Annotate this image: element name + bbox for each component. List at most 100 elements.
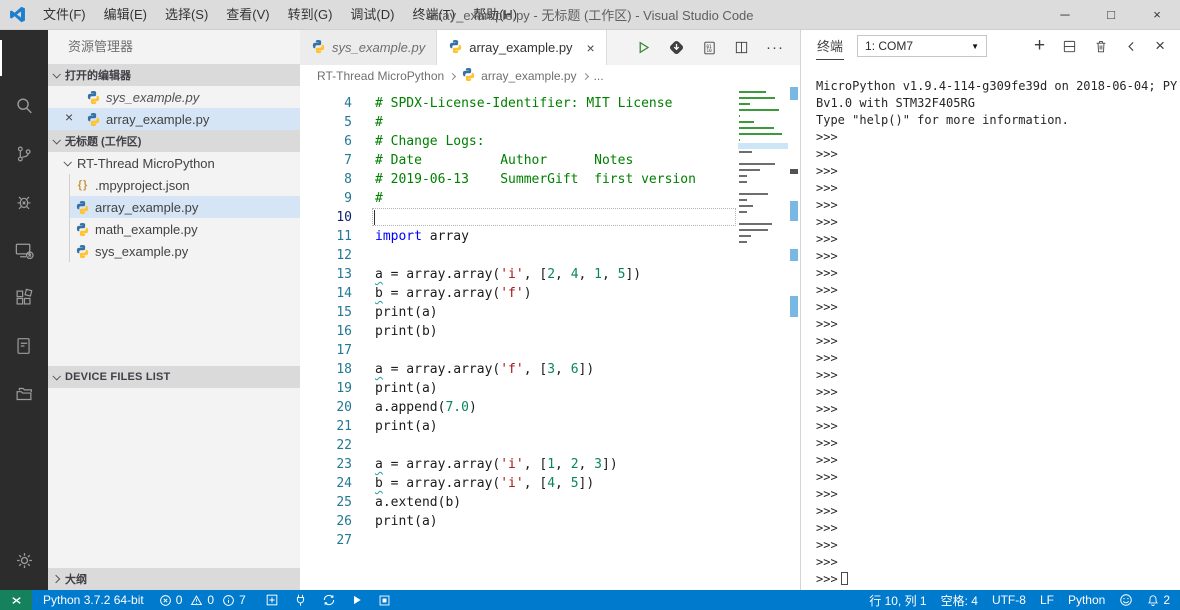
download-icon[interactable]: [668, 39, 685, 56]
terminal-output[interactable]: MicroPython v1.9.4-114-g309fe39d on 2018…: [801, 62, 1180, 590]
code-line: 25 a.extend(b): [300, 493, 800, 512]
terminal-prompt: >>>: [816, 538, 845, 552]
activity-notebook[interactable]: [0, 322, 48, 370]
kill-terminal-icon[interactable]: [1094, 39, 1108, 54]
outline-header[interactable]: 大纲: [48, 568, 300, 590]
status-language-mode[interactable]: Python: [1068, 593, 1105, 607]
open-editor-item[interactable]: × array_example.py: [48, 108, 300, 130]
tab-terminal[interactable]: 终端: [816, 33, 845, 60]
python-icon: [448, 39, 463, 57]
split-editor-icon[interactable]: [734, 40, 749, 55]
remote-indicator[interactable]: [0, 590, 32, 610]
tab-sys_example.py[interactable]: sys_example.py: [300, 30, 438, 65]
maximize-button[interactable]: □: [1088, 0, 1134, 29]
status-feedback-smiley[interactable]: [1119, 593, 1133, 607]
tab-label: array_example.py: [469, 40, 573, 55]
vscode-window: 文件(F) 编辑(E) 选择(S) 查看(V) 转到(G) 调试(D) 终端(T) 帮助(H)…: [0, 0, 1180, 610]
breadcrumb-item[interactable]: RT-Thread MicroPython: [317, 69, 444, 83]
activity-extensions[interactable]: [0, 274, 48, 322]
more-actions-icon[interactable]: ···: [766, 40, 784, 55]
menu-item[interactable]: 转到(G): [279, 0, 342, 30]
current-line-highlight: [372, 208, 736, 226]
terminal-panel-header: 终端 1: COM7 ▼ + ×: [801, 30, 1180, 62]
status-notifications[interactable]: 2: [1147, 593, 1170, 607]
file-label: sys_example.py: [95, 243, 189, 259]
menu-item[interactable]: 查看(V): [217, 0, 278, 30]
activity-debug[interactable]: [0, 178, 48, 226]
open-editor-item[interactable]: sys_example.py: [48, 86, 300, 108]
status-cursor-position[interactable]: 行 10, 列 1: [869, 592, 926, 609]
code-line: 12: [300, 246, 800, 265]
terminal-select[interactable]: 1: COM7 ▼: [857, 35, 988, 57]
terminal-prompt: >>>: [816, 164, 845, 178]
chevron-down-icon: [63, 158, 72, 167]
code-editor[interactable]: 4 # SPDX-License-Identifier: MIT License 5…: [300, 87, 800, 590]
minimap-bar: [739, 97, 775, 99]
menu-item[interactable]: 调试(D): [341, 0, 403, 30]
tab-array_example.py[interactable]: array_example.py ×: [437, 30, 607, 65]
code-line: 7 # Date Author Notes: [300, 151, 800, 170]
close-panel-icon[interactable]: ×: [1155, 37, 1165, 54]
close-icon[interactable]: ×: [587, 40, 595, 56]
activity-remote-device[interactable]: [0, 226, 48, 274]
breadcrumb-item[interactable]: ...: [594, 69, 604, 83]
tree-item[interactable]: array_example.py: [70, 196, 300, 218]
split-terminal-icon[interactable]: [1062, 39, 1077, 54]
activity-search[interactable]: [0, 82, 48, 130]
activity-folders[interactable]: [0, 370, 48, 418]
status-encoding[interactable]: UTF-8: [992, 593, 1026, 607]
terminal-prompt: >>>: [816, 181, 845, 195]
breadcrumb-label: RT-Thread MicroPython: [317, 69, 445, 83]
status-sync[interactable]: [322, 593, 336, 607]
activity-source-control[interactable]: [0, 130, 48, 178]
code-line: 11 import array: [300, 227, 800, 246]
workspace-header[interactable]: 无标题 (工作区): [48, 130, 300, 152]
status-stop[interactable]: [378, 594, 391, 607]
new-terminal-icon[interactable]: +: [1034, 36, 1045, 55]
code-line: 26 print(a): [300, 512, 800, 531]
status-add-box[interactable]: [265, 593, 279, 607]
line-number: 13: [336, 267, 352, 282]
tree-folder-rtthread[interactable]: RT-Thread MicroPython: [48, 152, 300, 174]
close-icon[interactable]: ×: [65, 109, 73, 125]
status-plug[interactable]: [294, 593, 307, 607]
menu-item[interactable]: 选择(S): [156, 0, 217, 30]
sidebar-title: 资源管理器: [68, 39, 134, 54]
minimap-bar: [739, 223, 772, 225]
run-file-icon[interactable]: [636, 40, 651, 55]
status-run[interactable]: [351, 594, 363, 606]
tree-item[interactable]: { } .mpyproject.json: [70, 174, 300, 196]
device-files-header[interactable]: DEVICE FILES LIST: [48, 366, 300, 388]
minimap-bar: [739, 103, 750, 105]
terminal-prompt: >>>: [816, 249, 845, 263]
status-eol[interactable]: LF: [1040, 593, 1054, 607]
open-editors-list: sys_example.py × array_example.py: [48, 86, 300, 130]
code-line: 27: [300, 531, 800, 550]
file-label: array_example.py: [106, 111, 210, 127]
tree-item[interactable]: sys_example.py: [70, 240, 300, 262]
activity-bar-top: [0, 34, 48, 418]
chevron-left-icon[interactable]: [1125, 40, 1138, 53]
minimap[interactable]: [738, 89, 788, 251]
status-problems[interactable]: 0 0 7: [159, 593, 250, 607]
activity-explorer[interactable]: [0, 34, 48, 82]
explorer-sidebar: 资源管理器 打开的编辑器 sys_example.py × array_exampl…: [48, 30, 300, 590]
minimap-bar: [739, 235, 751, 237]
workbench: 资源管理器 打开的编辑器 sys_example.py × array_exampl…: [0, 30, 1180, 590]
activity-settings[interactable]: [0, 536, 48, 584]
chevron-right-icon: [449, 72, 457, 80]
open-editors-header[interactable]: 打开的编辑器: [48, 64, 300, 86]
status-python-interpreter[interactable]: Python 3.7.2 64-bit: [43, 593, 144, 607]
chevron-down-icon: [52, 136, 61, 145]
menu-item[interactable]: 文件(F): [34, 0, 95, 30]
info-count: 7: [239, 593, 246, 607]
overview-marker: [790, 249, 798, 261]
tabs: sys_example.py array_example.py ×: [300, 30, 607, 65]
binary-file-icon[interactable]: 01 10: [702, 40, 717, 56]
menu-item[interactable]: 编辑(E): [95, 0, 156, 30]
minimize-button[interactable]: ─: [1042, 0, 1088, 29]
status-indentation[interactable]: 空格: 4: [941, 592, 978, 609]
close-button[interactable]: ×: [1134, 0, 1180, 29]
tree-item[interactable]: math_example.py: [70, 218, 300, 240]
breadcrumb-item[interactable]: array_example.py: [461, 67, 577, 85]
